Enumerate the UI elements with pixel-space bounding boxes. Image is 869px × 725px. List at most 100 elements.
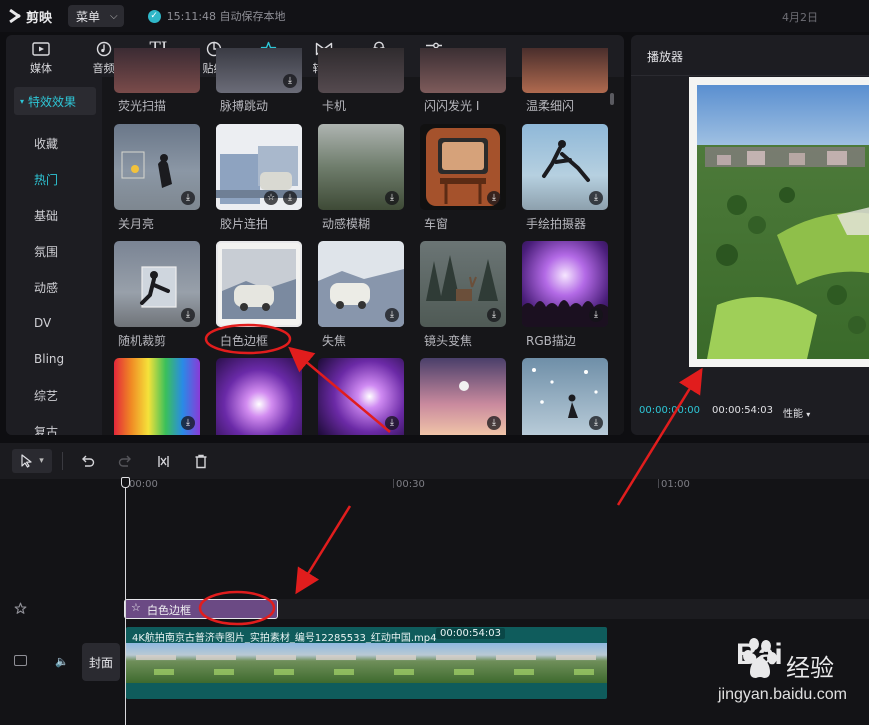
speaker-icon[interactable]: 🔈	[55, 655, 69, 668]
player-divider	[631, 75, 869, 76]
effect-tile-hand-drawn-camera[interactable]: ⤓	[522, 124, 608, 210]
effect-tile-film-burst[interactable]: ☆ ⤓	[216, 124, 302, 210]
effect-tile-sparkle-1[interactable]	[420, 48, 506, 93]
effect-tile-random-crop[interactable]: ⤓	[114, 241, 200, 327]
download-icon[interactable]: ⤓	[589, 416, 603, 430]
effect-tile-fluorescent-scan[interactable]	[114, 48, 200, 93]
effect-tile-pulse[interactable]: ⤓	[216, 48, 302, 93]
select-tool-button[interactable]: ▾	[12, 449, 52, 473]
video-clip[interactable]: 4K航拍南京古普济寺图片_实拍素材_编号12285533_红动中国.mp4 00…	[126, 627, 607, 699]
white-border-thumbnail	[222, 249, 296, 319]
download-icon[interactable]: ⤓	[487, 191, 501, 205]
total-timecode: 00:00:54:03	[712, 405, 774, 416]
effect-tile-pink-clouds[interactable]: ⤓	[420, 358, 506, 435]
menu-button[interactable]: 菜单 ⌵	[68, 5, 124, 27]
sidebar-item-atmosphere[interactable]: 氛围	[6, 233, 102, 269]
download-icon[interactable]: ⤓	[385, 308, 399, 322]
triangle-down-icon: ▾	[20, 96, 25, 106]
effect-label: 手绘拍摄器	[526, 217, 587, 231]
effect-label-selected: 白色边框	[220, 334, 269, 348]
check-circle-icon: ✓	[147, 9, 161, 23]
effect-label: RGB描边	[526, 334, 576, 348]
sidebar-header-effects[interactable]: ▾ 特效效果	[14, 87, 96, 115]
player-panel: 播放器 00:00:00:00 00:00:54:03 性能 ▾	[631, 35, 869, 435]
video-filmstrip	[126, 643, 607, 683]
split-icon	[157, 455, 169, 467]
aerial-view-image	[697, 85, 869, 359]
star-icon[interactable]: ☆	[264, 191, 278, 205]
effect-label: 闪闪发光 I	[424, 99, 480, 113]
undo-button[interactable]	[73, 449, 101, 473]
sidebar-item-bling[interactable]: Bling	[6, 341, 102, 377]
effect-tile-car-window[interactable]: ⤓	[420, 124, 506, 210]
download-icon[interactable]: ⤓	[589, 191, 603, 205]
effect-tile-gentle-sparkle[interactable]	[522, 48, 608, 93]
media-icon	[32, 38, 50, 60]
effect-tile-rainbow-crowd[interactable]: ⤓	[114, 358, 200, 435]
save-status-text: 15:11:48 自动保存本地	[166, 10, 286, 23]
download-icon[interactable]: ⤓	[487, 416, 501, 430]
menu-label: 菜单	[76, 9, 101, 24]
sidebar-item-dv[interactable]: DV	[6, 305, 102, 341]
effect-tile-defocus[interactable]: ⤓	[318, 241, 404, 327]
download-icon[interactable]: ⤓	[181, 191, 195, 205]
download-icon[interactable]: ⤓	[283, 74, 297, 88]
redo-button[interactable]	[111, 449, 139, 473]
download-icon[interactable]: ⤓	[181, 308, 195, 322]
effect-label: 关月亮	[118, 217, 155, 231]
chevron-down-icon: ▾	[39, 456, 44, 466]
effect-tile-moon[interactable]: ⤓	[114, 124, 200, 210]
watermark-brand: Bai	[736, 638, 783, 671]
download-icon[interactable]: ⤓	[385, 191, 399, 205]
sidebar-header-label: 特效效果	[28, 94, 77, 109]
playhead-handle[interactable]	[121, 477, 130, 488]
effect-clip-label: 白色边框	[147, 604, 191, 617]
effect-tile-rgb-stroke[interactable]: ⤓	[522, 241, 608, 327]
effect-label: 荧光扫描	[118, 99, 167, 113]
download-icon[interactable]: ⤓	[181, 416, 195, 430]
timeline-ruler[interactable]: 00:00 00:30 01:00	[0, 479, 869, 493]
playhead-line[interactable]	[125, 479, 126, 725]
sidebar-item-hot[interactable]: 热门	[6, 161, 102, 197]
performance-dropdown[interactable]: 性能 ▾	[783, 405, 810, 420]
effect-label: 随机裁剪	[118, 334, 167, 348]
effect-label: 车窗	[424, 217, 449, 231]
effect-tile-snow-swing[interactable]: ⤓	[522, 358, 608, 435]
sidebar-item-dynamic[interactable]: 动感	[6, 269, 102, 305]
effect-tile-purple-stage[interactable]	[216, 358, 302, 435]
effects-scrollbar[interactable]	[610, 93, 614, 105]
audio-icon	[96, 38, 112, 60]
split-button[interactable]	[149, 449, 177, 473]
chevron-down-icon: ⌵	[110, 10, 118, 22]
video-clip-duration: 00:00:54:03	[436, 628, 506, 639]
video-preview[interactable]	[689, 77, 869, 367]
sidebar-item-retro[interactable]: 复古	[6, 413, 102, 436]
cover-button[interactable]: 封面	[82, 643, 120, 681]
video-track-icon	[14, 655, 27, 666]
tab-label: 媒体	[30, 62, 52, 75]
sidebar-item-favorites[interactable]: 收藏	[6, 125, 102, 161]
effect-tile-white-border[interactable]	[216, 241, 302, 327]
undo-icon	[81, 455, 94, 467]
download-icon[interactable]: ⤓	[589, 308, 603, 322]
ruler-label: 00:30	[396, 479, 425, 490]
download-icon[interactable]: ⤓	[283, 191, 297, 205]
effect-clip-white-border[interactable]: ☆ 白色边框	[124, 599, 278, 619]
tab-media[interactable]: 媒体	[6, 35, 76, 77]
effect-tile-purple-lights[interactable]: ⤓	[318, 358, 404, 435]
watermark-brand-cn: 经验	[786, 654, 834, 682]
effects-icon	[14, 602, 27, 614]
effect-tile-motion-blur[interactable]: ⤓	[318, 124, 404, 210]
effect-tile-freeze[interactable]	[318, 48, 404, 93]
effect-label: 失焦	[322, 334, 347, 348]
download-icon[interactable]: ⤓	[487, 308, 501, 322]
performance-label: 性能	[783, 409, 803, 420]
download-icon[interactable]: ⤓	[385, 416, 399, 430]
effect-tile-lens-zoom[interactable]: ⤓	[420, 241, 506, 327]
sidebar-item-basic[interactable]: 基础	[6, 197, 102, 233]
sidebar-item-variety[interactable]: 综艺	[6, 377, 102, 413]
ruler-label: 00:00	[129, 479, 158, 490]
delete-button[interactable]	[187, 449, 215, 473]
effect-label: 动感模糊	[322, 217, 371, 231]
current-timecode: 00:00:00:00	[639, 405, 701, 416]
